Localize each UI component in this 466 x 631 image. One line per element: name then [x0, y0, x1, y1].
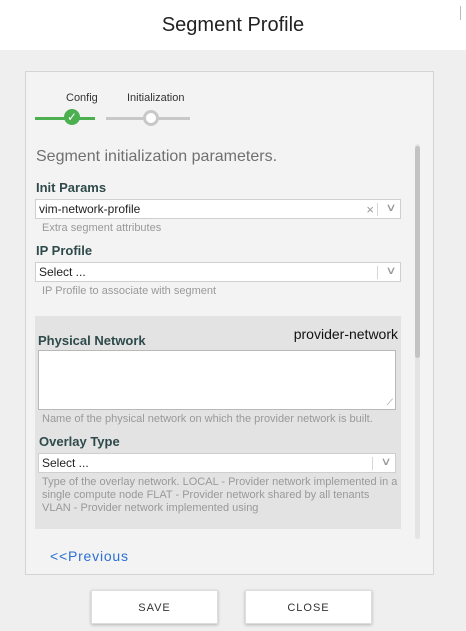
- clear-icon[interactable]: ×: [366, 200, 374, 219]
- init-params-select[interactable]: vim-network-profile × ∨: [35, 199, 401, 219]
- wizard-panel: Config Initialization ✓ Segment initiali…: [25, 71, 434, 575]
- form-content: Segment initialization parameters. Init …: [35, 144, 401, 539]
- physical-network-section: Physical Network provider-network ⟋ Name…: [35, 316, 401, 529]
- physical-network-value: provider-network: [293, 326, 398, 342]
- physical-network-textarea[interactable]: ⟋: [38, 350, 396, 410]
- wizard-steps: Config Initialization ✓: [26, 72, 433, 132]
- select-divider: [377, 266, 378, 279]
- close-button[interactable]: CLOSE: [245, 590, 372, 624]
- checkmark-icon[interactable]: ✓: [64, 109, 80, 125]
- section-intro: Segment initialization parameters.: [36, 148, 278, 165]
- init-params-label: Init Params: [36, 180, 107, 195]
- physical-network-row: Physical Network provider-network: [38, 326, 401, 348]
- chevron-down-icon[interactable]: ∨: [380, 453, 391, 472]
- save-button[interactable]: SAVE: [91, 590, 218, 624]
- resize-handle-icon[interactable]: ⟋: [387, 397, 393, 408]
- dialog-title: Segment Profile: [161, 13, 305, 36]
- select-divider: [372, 457, 373, 470]
- step-pending-dot[interactable]: [143, 110, 159, 126]
- chevron-down-icon[interactable]: ∨: [385, 262, 396, 281]
- previous-link[interactable]: <<Previous: [50, 548, 129, 564]
- scrollbar-thumb[interactable]: [415, 146, 420, 358]
- init-params-value: vim-network-profile: [39, 202, 141, 216]
- overlay-type-placeholder: Select ...: [42, 456, 89, 470]
- init-params-hint: Extra segment attributes: [42, 222, 162, 234]
- select-divider: [377, 203, 378, 216]
- overlay-type-select[interactable]: Select ... ∨: [38, 453, 396, 473]
- physical-network-hint: Name of the physical network on which th…: [42, 413, 373, 425]
- step-config-label[interactable]: Config: [66, 92, 98, 104]
- overlay-type-hint: Type of the overlay network. LOCAL - Pro…: [42, 476, 398, 514]
- dialog-header: Segment Profile: [0, 0, 466, 50]
- chevron-down-icon[interactable]: ∨: [385, 199, 396, 218]
- overlay-type-label: Overlay Type: [39, 434, 120, 449]
- physical-network-label: Physical Network: [38, 333, 146, 348]
- vertical-scrollbar[interactable]: [415, 144, 420, 539]
- ip-profile-select[interactable]: Select ... ∨: [35, 262, 401, 282]
- ip-profile-placeholder: Select ...: [39, 265, 86, 279]
- ip-profile-hint: IP Profile to associate with segment: [42, 285, 217, 297]
- window-edge: [456, 6, 461, 20]
- step-initialization-label[interactable]: Initialization: [127, 92, 184, 104]
- ip-profile-label: IP Profile: [36, 243, 93, 258]
